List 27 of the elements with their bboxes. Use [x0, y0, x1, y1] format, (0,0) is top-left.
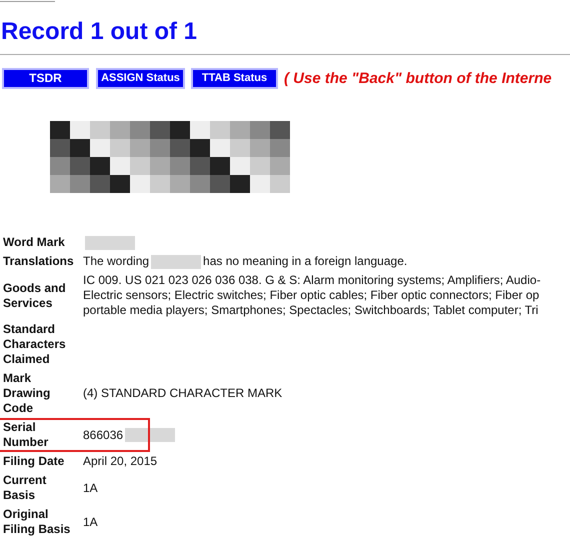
field-value: The wording: [83, 254, 150, 269]
field-label: Serial Number: [2, 420, 50, 450]
nav-button[interactable]: TTAB Status: [191, 68, 278, 88]
page-title: Record 1 out of 1: [1, 17, 198, 47]
field-label: Mark Drawing Code: [2, 371, 52, 416]
field-value: April 20, 2015: [83, 454, 158, 469]
field-label: Standard Characters Claimed: [2, 322, 67, 367]
field-label: Original Filing Basis: [2, 507, 72, 537]
field-label: Current Basis: [2, 473, 48, 503]
field-value: 1A: [83, 514, 98, 530]
field-value-line: Electric sensors; Electric switches; Fiber optic cables; Fiber optic connectors; Fiber op: [83, 288, 540, 303]
field-value: 1A: [83, 480, 98, 496]
blurred-text: [151, 254, 202, 268]
field-value: (4) STANDARD CHARACTER MARK: [83, 386, 282, 401]
field-label: Word Mark: [2, 235, 66, 250]
field-label: Translations: [2, 254, 75, 269]
field-value-line: IC 009. US 021 023 026 036 038. G & S: Alarm monitoring systems; Amplifiers; Audio-: [83, 273, 541, 288]
back-note: ( Use the "Back" button of the Interne: [284, 70, 552, 86]
nav-button[interactable]: TSDR: [2, 68, 89, 88]
blurred-text: [125, 428, 176, 442]
field-value-line: portable media players; Smartphones; Spectacles; Switchboards; Tablet computer; Tri: [83, 303, 540, 318]
blurred-text: [85, 236, 135, 250]
field-label: Goods and Services: [2, 280, 67, 310]
field-label: Filing Date: [2, 454, 66, 469]
field-value: 866036: [83, 428, 124, 442]
nav-button[interactable]: ASSIGN Status: [96, 68, 185, 88]
field-value: has no meaning in a foreign language.: [203, 254, 408, 269]
